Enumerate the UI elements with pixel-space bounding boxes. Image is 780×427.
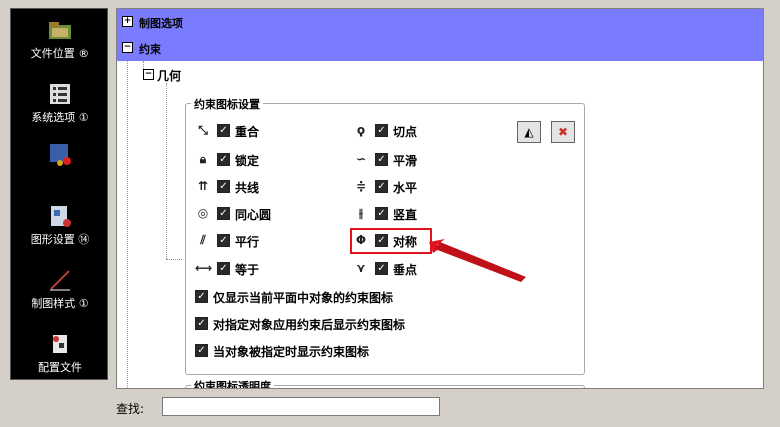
nav-drafting-style[interactable]: 制图样式 ① — [11, 267, 109, 311]
vertical-scrollbar[interactable]: ▲ ▼ — [763, 9, 764, 389]
nav-display[interactable] — [11, 141, 109, 169]
folder-icon — [49, 22, 71, 39]
search-label: 查找: — [116, 402, 145, 416]
drafting-style-icon — [50, 270, 70, 291]
system-options-icon — [50, 84, 70, 104]
profile-icon — [53, 335, 67, 353]
options-tree-panel: + 制图选项 − 约束 − 几何 约束图标设置 ⤡ ✓ 重合 🔒︎ ✓ 锁定 ⇈… — [116, 8, 764, 389]
nav-system-options[interactable]: 系统选项 ① — [11, 81, 109, 125]
annotation-arrow — [429, 239, 526, 282]
nav-file-locations[interactable]: 文件位置 ® — [11, 17, 109, 61]
display-colors-icon — [50, 144, 71, 166]
left-nav: 文件位置 ® 系统选项 ① 图形设置 ⑭ 制图样式 ① 配置文件 — [10, 8, 108, 380]
graphics-settings-icon — [51, 206, 71, 227]
search-input[interactable] — [162, 397, 440, 416]
nav-graphics-settings[interactable]: 图形设置 ⑭ — [11, 203, 109, 247]
nav-profile[interactable]: 配置文件 — [11, 331, 109, 375]
